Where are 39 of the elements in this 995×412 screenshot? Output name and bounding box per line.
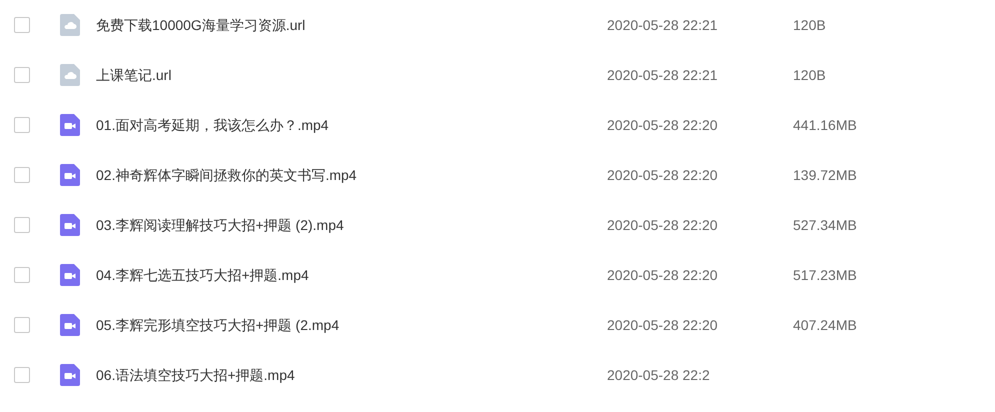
video-file-icon: [60, 314, 80, 336]
file-size: 527.34MB: [793, 216, 857, 234]
modified-date: 2020-05-28 22:2: [607, 366, 711, 384]
video-file-icon: [60, 164, 80, 186]
modified-date: 2020-05-28 22:20: [607, 116, 719, 134]
modified-date: 2020-05-28 22:21: [607, 66, 719, 84]
file-name[interactable]: 03.李辉阅读理解技巧大招+押题 (2).mp4: [96, 214, 596, 236]
checkbox[interactable]: [14, 367, 30, 383]
file-name[interactable]: 01.面对高考延期，我该怎么办？.mp4: [96, 114, 596, 136]
file-size: 407.24MB: [793, 316, 857, 334]
checkbox[interactable]: [14, 67, 30, 83]
file-name[interactable]: 免费下载10000G海量学习资源.url: [96, 14, 596, 36]
file-name[interactable]: 上课笔记.url: [96, 64, 596, 86]
cloud-file-icon: [60, 64, 80, 86]
video-file-icon: [60, 214, 80, 236]
checkbox[interactable]: [14, 117, 30, 133]
file-name[interactable]: 04.李辉七选五技巧大招+押题.mp4: [96, 264, 596, 286]
file-size: 120B: [793, 16, 826, 34]
modified-date: 2020-05-28 22:20: [607, 166, 719, 184]
checkbox[interactable]: [14, 17, 30, 33]
video-file-icon: [60, 114, 80, 136]
modified-date: 2020-05-28 22:21: [607, 16, 719, 34]
video-file-icon: [60, 364, 80, 386]
modified-date: 2020-05-28 22:20: [607, 266, 719, 284]
file-name[interactable]: 02.神奇辉体字瞬间拯救你的英文书写.mp4: [96, 164, 596, 186]
file-size: 517.23MB: [793, 266, 857, 284]
modified-date: 2020-05-28 22:20: [607, 216, 719, 234]
checkbox[interactable]: [14, 167, 30, 183]
video-file-icon: [60, 264, 80, 286]
file-name[interactable]: 05.李辉完形填空技巧大招+押题 (2.mp4: [96, 314, 596, 336]
cloud-file-icon: [60, 14, 80, 36]
file-size: 139.72MB: [793, 166, 857, 184]
checkbox[interactable]: [14, 267, 30, 283]
file-size: 120B: [793, 66, 826, 84]
file-size: 441.16MB: [793, 116, 857, 134]
file-name[interactable]: 06.语法填空技巧大招+押题.mp4: [96, 364, 596, 386]
checkbox[interactable]: [14, 317, 30, 333]
checkbox[interactable]: [14, 217, 30, 233]
modified-date: 2020-05-28 22:20: [607, 316, 719, 334]
